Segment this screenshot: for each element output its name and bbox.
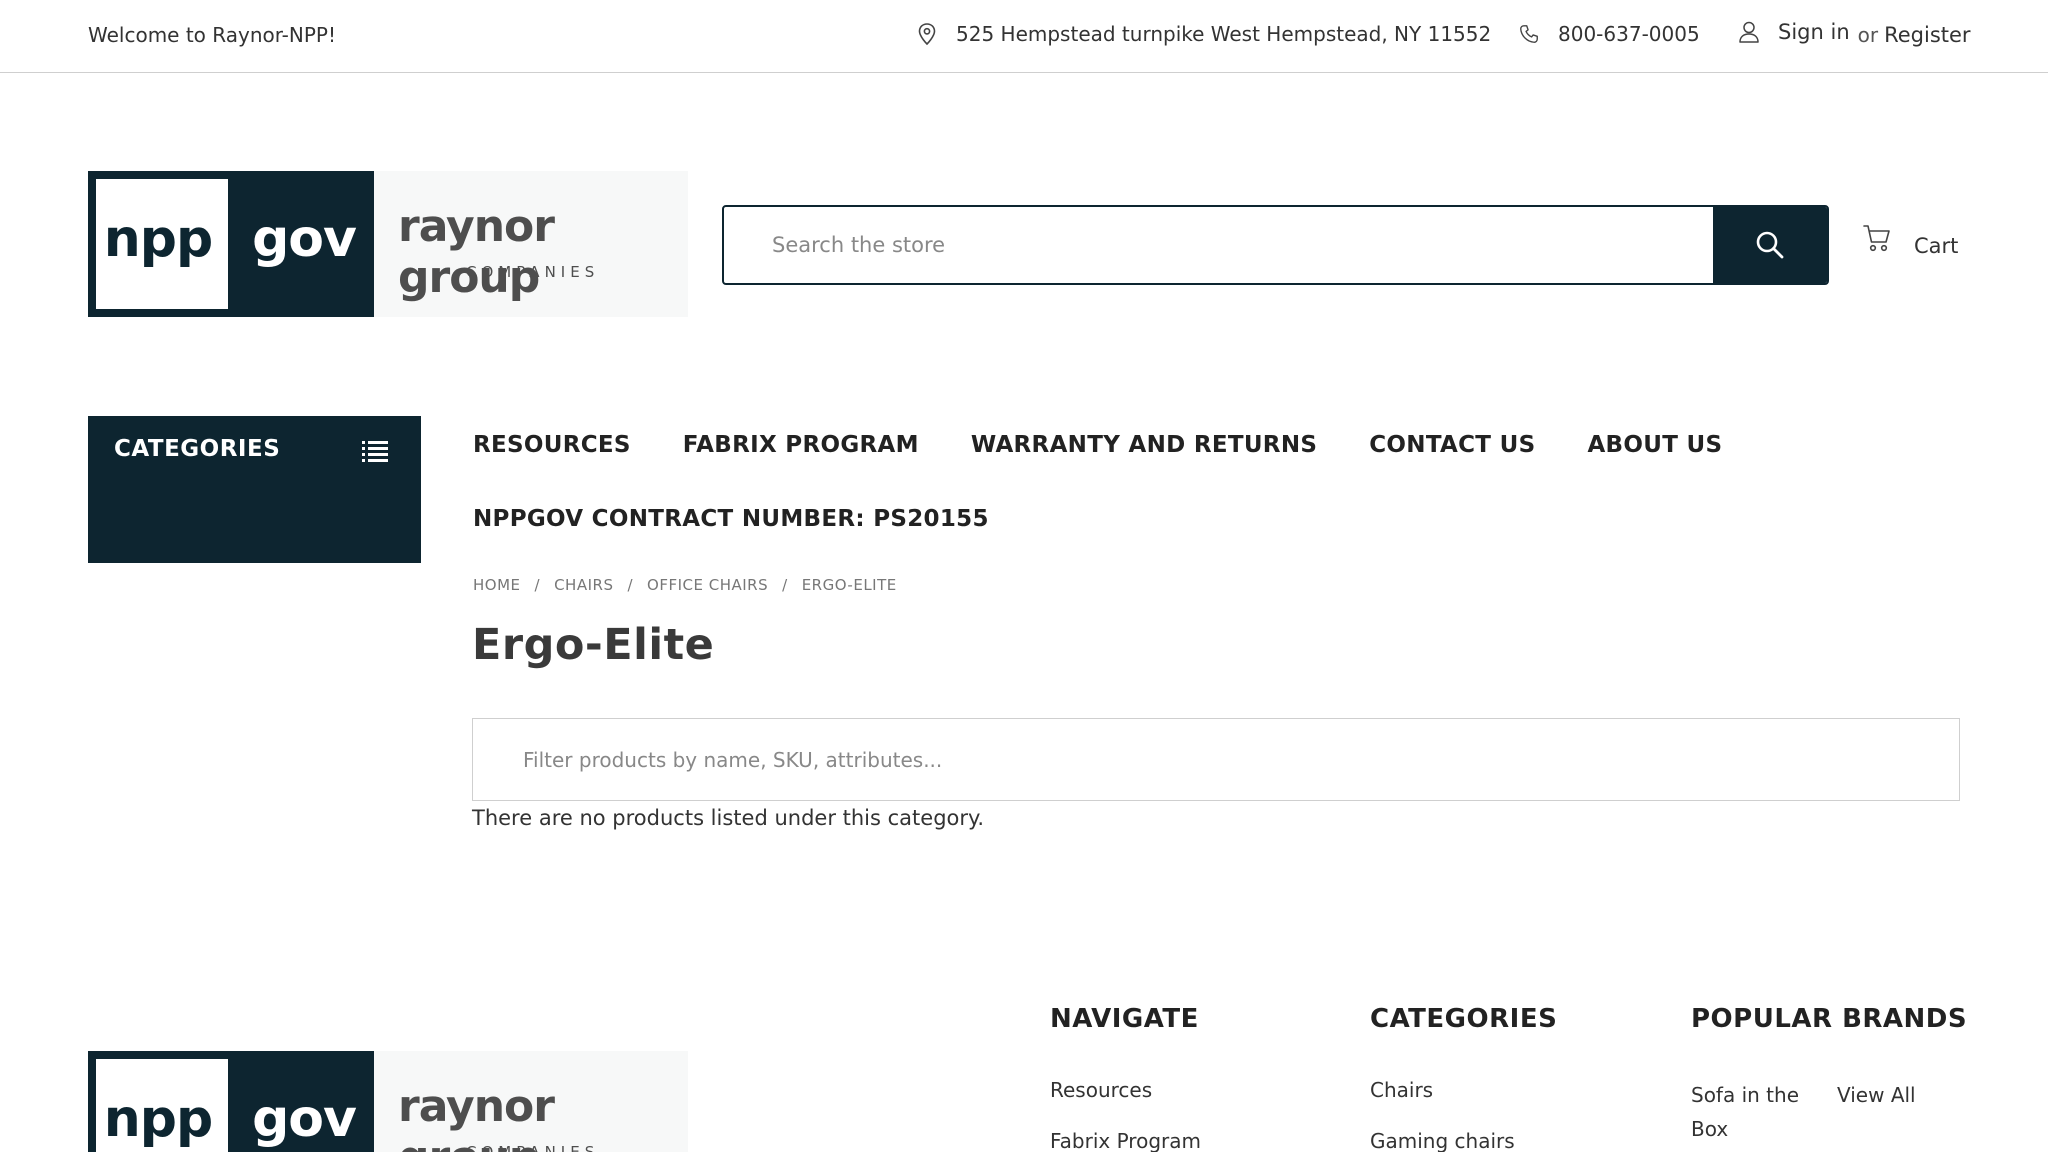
main-nav: RESOURCES FABRIX PROGRAM WARRANTY AND RE… — [473, 432, 1774, 458]
search-button[interactable] — [1713, 207, 1827, 283]
footer-navigate-links: Resources Fabrix Program — [1050, 1078, 1201, 1152]
map-pin-icon — [916, 22, 938, 46]
top-bar: Welcome to Raynor-NPP! 525 Hempstead tur… — [0, 0, 2048, 73]
logo-raynor-text: raynor group — [398, 1081, 555, 1152]
footer-link-chairs[interactable]: Chairs — [1370, 1078, 1515, 1129]
list-icon[interactable] — [362, 440, 388, 462]
breadcrumb-home[interactable]: HOME — [473, 576, 521, 594]
categories-title[interactable]: CATEGORIES — [114, 436, 280, 462]
nav-item-about-us[interactable]: ABOUT US — [1587, 432, 1722, 458]
footer-brands-title: POPULAR BRANDS — [1691, 1004, 1968, 1034]
logo-companies-text: COMPANIES — [466, 1143, 600, 1152]
logo-raynor-text: raynor group — [398, 201, 555, 303]
product-filter — [472, 718, 1960, 801]
footer-categories: CATEGORIES Chairs Gaming chairs — [1370, 1004, 1558, 1152]
cart-link[interactable]: Cart — [1862, 222, 1958, 258]
cart-label[interactable]: Cart — [1914, 234, 1958, 258]
account-links: Sign in or Register — [1738, 20, 1971, 47]
product-filter-input[interactable] — [473, 719, 1959, 800]
footer-link-gaming-chairs[interactable]: Gaming chairs — [1370, 1129, 1515, 1152]
logo-companies-text: COMPANIES — [466, 263, 600, 281]
breadcrumb-separator: / — [627, 576, 634, 594]
logo-npp-text: npp — [103, 209, 213, 269]
logo-gov-text: gov — [252, 209, 357, 269]
user-icon — [1738, 20, 1760, 44]
cart-icon — [1863, 225, 1890, 252]
breadcrumb-current: ERGO-ELITE — [801, 576, 897, 594]
breadcrumb-separator: / — [534, 576, 541, 594]
empty-category-message: There are no products listed under this … — [472, 806, 985, 830]
page-title: Ergo-Elite — [472, 620, 715, 670]
sign-in-link[interactable]: Sign in — [1778, 20, 1850, 44]
breadcrumb-separator: / — [782, 576, 788, 594]
footer-link-resources[interactable]: Resources — [1050, 1078, 1201, 1129]
phone-icon — [1518, 22, 1540, 46]
breadcrumb: HOME / CHAIRS / OFFICE CHAIRS / ERGO-ELI… — [473, 576, 897, 594]
categories-panel[interactable]: CATEGORIES — [88, 416, 421, 563]
or-text: or — [1857, 23, 1879, 47]
footer-categories-links: Chairs Gaming chairs — [1370, 1078, 1515, 1152]
search-icon — [1756, 231, 1784, 259]
footer-categories-title: CATEGORIES — [1370, 1004, 1558, 1034]
welcome-text: Welcome to Raynor-NPP! — [88, 23, 336, 47]
nav-item-fabrix-program[interactable]: FABRIX PROGRAM — [683, 432, 919, 458]
footer-navigate-title: NAVIGATE — [1050, 1004, 1199, 1034]
contract-number[interactable]: NPPGOV CONTRACT NUMBER: PS20155 — [473, 506, 989, 532]
footer-popular-brands: POPULAR BRANDS Sofa in the Box View All — [1691, 1004, 1968, 1141]
search-bar — [722, 205, 1829, 285]
nav-item-resources[interactable]: RESOURCES — [473, 432, 631, 458]
footer-brand-sofa-in-the-box[interactable]: Sofa in the Box — [1691, 1078, 1821, 1146]
footer-logo[interactable]: npp gov raynor group COMPANIES — [88, 1051, 688, 1152]
store-phone[interactable]: 800-637-0005 — [1518, 22, 1700, 46]
logo-gov-text: gov — [252, 1089, 357, 1149]
breadcrumb-office-chairs[interactable]: OFFICE CHAIRS — [647, 576, 768, 594]
address-text: 525 Hempstead turnpike West Hempstead, N… — [956, 22, 1492, 46]
search-input[interactable] — [724, 207, 1713, 283]
phone-text[interactable]: 800-637-0005 — [1558, 22, 1700, 46]
nav-item-warranty-and-returns[interactable]: WARRANTY AND RETURNS — [971, 432, 1317, 458]
logo-npp-text: npp — [103, 1089, 213, 1149]
store-address: 525 Hempstead turnpike West Hempstead, N… — [916, 22, 1491, 46]
footer-link-fabrix-program[interactable]: Fabrix Program — [1050, 1129, 1201, 1152]
register-link[interactable]: Register — [1884, 23, 1970, 47]
nav-item-contact-us[interactable]: CONTACT US — [1369, 432, 1535, 458]
footer-navigate: NAVIGATE Resources Fabrix Program — [1050, 1004, 1201, 1152]
footer-brand-view-all[interactable]: View All — [1837, 1078, 1916, 1112]
site-logo[interactable]: npp gov raynor group COMPANIES — [88, 171, 688, 317]
breadcrumb-chairs[interactable]: CHAIRS — [554, 576, 613, 594]
